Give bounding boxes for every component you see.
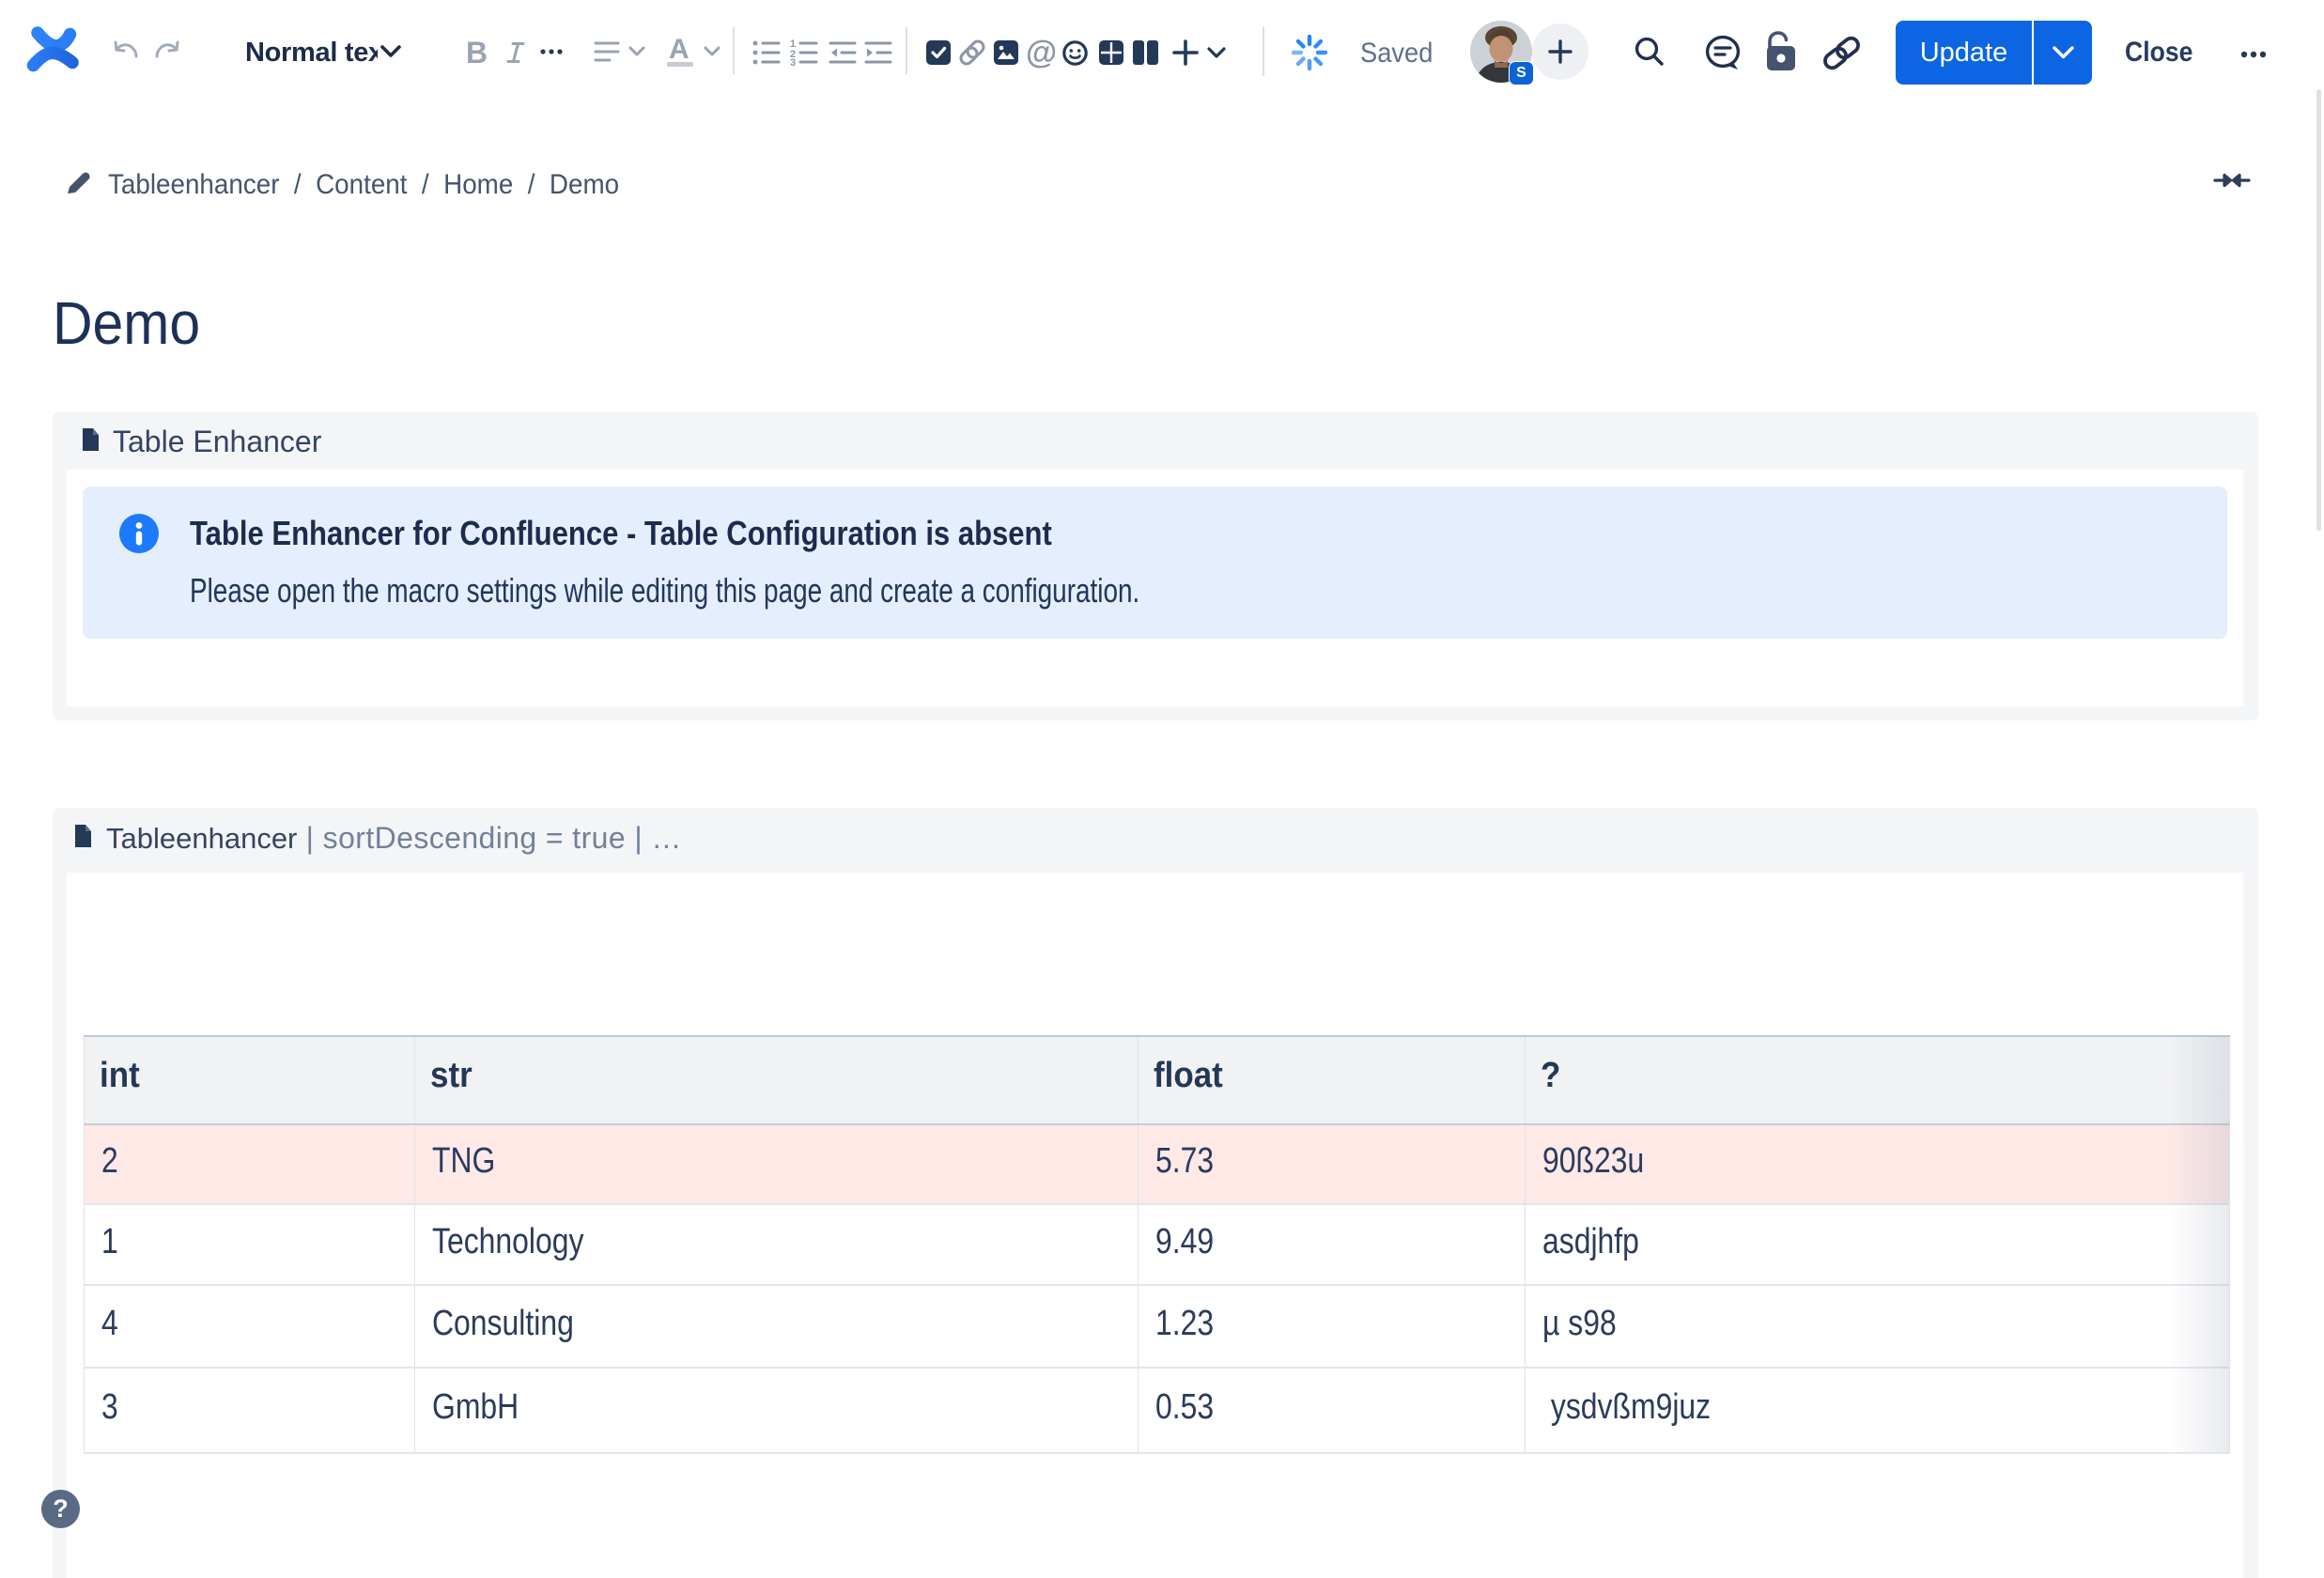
svg-text:3: 3 (790, 57, 796, 66)
